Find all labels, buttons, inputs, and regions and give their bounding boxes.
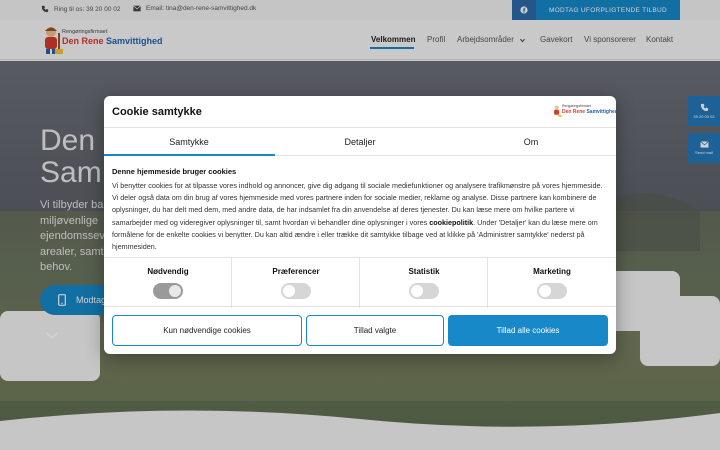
cookie-dialog-logo: Rengøringsfirmaet Den Rene Samvittighed bbox=[552, 102, 616, 120]
allow-all-button[interactable]: Tillad alle cookies bbox=[448, 315, 608, 346]
category-label: Nødvendig bbox=[147, 267, 189, 276]
category-marketing: Marketing bbox=[488, 258, 616, 308]
tab-detaljer[interactable]: Detaljer bbox=[275, 128, 445, 156]
cookie-dialog-title: Cookie samtykke bbox=[112, 106, 202, 118]
cookie-body-text: Vi benytter cookies for at tilpasse vore… bbox=[112, 181, 603, 252]
cookie-tabs: Samtykke Detaljer Om bbox=[104, 127, 616, 156]
tab-samtykke[interactable]: Samtykke bbox=[104, 128, 274, 156]
active-tab-indicator bbox=[104, 154, 275, 156]
cookie-policy-link[interactable]: cookiepolitik bbox=[429, 218, 473, 227]
statistics-toggle[interactable] bbox=[409, 283, 439, 299]
marketing-toggle[interactable] bbox=[537, 283, 567, 299]
cleaner-mascot-icon bbox=[554, 105, 562, 117]
cookie-category-toggles: Nødvendig Præferencer Statistik Marketin… bbox=[104, 257, 616, 308]
preferences-toggle[interactable] bbox=[281, 283, 311, 299]
category-label: Marketing bbox=[533, 267, 571, 276]
tab-om[interactable]: Om bbox=[446, 128, 616, 156]
category-label: Statistik bbox=[408, 267, 440, 276]
necessary-toggle bbox=[153, 283, 183, 299]
cookie-body-title: Denne hjemmeside bruger cookies bbox=[112, 167, 237, 176]
category-label: Præferencer bbox=[272, 267, 320, 276]
necessary-only-button[interactable]: Kun nødvendige cookies bbox=[112, 315, 302, 346]
category-preferences: Præferencer bbox=[232, 258, 360, 308]
category-necessary: Nødvendig bbox=[104, 258, 232, 308]
category-statistics: Statistik bbox=[360, 258, 488, 308]
cookie-consent-dialog: Cookie samtykke Rengøringsfirmaet Den Re… bbox=[104, 96, 616, 354]
allow-selected-button[interactable]: Tillad valgte bbox=[306, 315, 444, 346]
